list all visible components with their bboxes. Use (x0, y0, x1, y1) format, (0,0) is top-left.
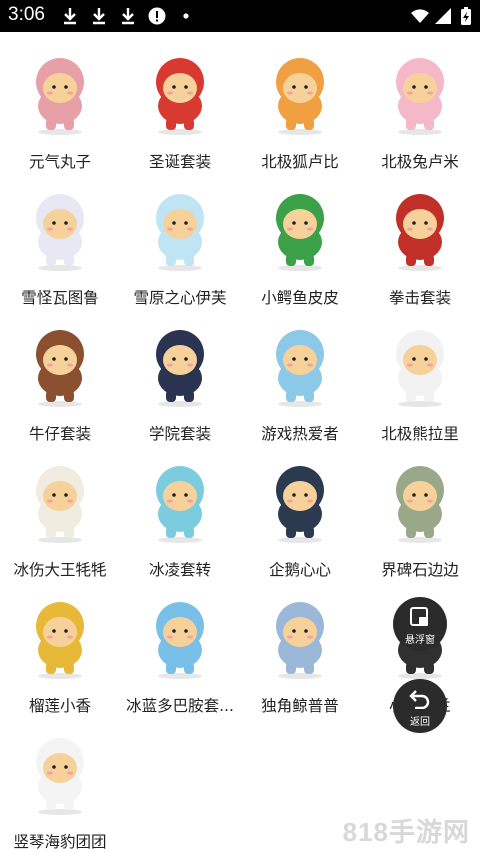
skin-avatar (156, 466, 204, 543)
skin-avatar (156, 330, 204, 407)
skin-item[interactable]: 拳击套装 (360, 168, 480, 307)
alert-icon (148, 7, 166, 25)
skin-avatar (276, 466, 324, 543)
skin-avatar (396, 58, 444, 135)
download-icon (122, 8, 134, 25)
skin-item[interactable]: 冰蓝多巴胺套... (120, 576, 240, 715)
float-window-icon (410, 607, 428, 626)
skin-name: 冰蓝多巴胺套... (126, 697, 234, 715)
skin-item[interactable]: 圣诞套装 (120, 32, 240, 171)
skin-item[interactable]: 游戏热爱者 (240, 304, 360, 443)
skin-avatar (36, 466, 84, 543)
download-icon (64, 8, 76, 25)
skin-item[interactable]: 雪怪瓦图鲁 (0, 168, 120, 307)
skin-avatar (276, 330, 324, 407)
skin-name: 独角鲸普普 (261, 697, 339, 715)
skin-avatar (156, 194, 204, 271)
skin-item[interactable]: 雪原之心伊芙 (120, 168, 240, 307)
skin-item[interactable]: 牛仔套装 (0, 304, 120, 443)
status-time: 3:06 (8, 4, 45, 25)
battery-icon (461, 7, 471, 25)
skin-item[interactable]: 榴莲小香 (0, 576, 120, 715)
wifi-icon (411, 9, 429, 23)
skin-avatar (36, 738, 84, 815)
status-bar: 3:06 (0, 0, 480, 32)
skin-avatar (396, 330, 444, 407)
skin-avatar (36, 330, 84, 407)
download-icon (93, 8, 105, 25)
skin-item[interactable]: 学院套装 (120, 304, 240, 443)
skin-name: 竖琴海豹团团 (13, 833, 107, 851)
skin-item[interactable]: 北极狐卢比 (240, 32, 360, 171)
skin-avatar (276, 58, 324, 135)
float-window-label: 悬浮窗 (405, 635, 435, 646)
skin-item[interactable]: 企鹅心心 (240, 440, 360, 579)
watermark: 818手游网 (342, 817, 470, 847)
dot-icon (183, 13, 189, 19)
skin-item[interactable]: 小鳄鱼皮皮 (240, 168, 360, 307)
back-label: 返回 (410, 717, 430, 728)
skin-avatar (36, 58, 84, 135)
skin-item[interactable]: 竖琴海豹团团 (0, 712, 120, 851)
float-window-button[interactable]: 悬浮窗 (393, 597, 447, 651)
skin-avatar (276, 194, 324, 271)
skin-avatar (156, 58, 204, 135)
signal-icon (435, 8, 451, 24)
skin-avatar (276, 602, 324, 679)
skin-item[interactable]: 北极兔卢米 (360, 32, 480, 171)
skin-item[interactable]: 北极熊拉里 (360, 304, 480, 443)
skin-item[interactable]: 元气丸子 (0, 32, 120, 171)
skin-avatar (36, 602, 84, 679)
skin-avatar (36, 194, 84, 271)
skin-avatar (396, 466, 444, 543)
skin-item[interactable]: 冰凌套转 (120, 440, 240, 579)
back-icon (409, 690, 430, 709)
skin-item[interactable]: 独角鲸普普 (240, 576, 360, 715)
skin-item[interactable]: 冰伤大王牦牦 (0, 440, 120, 579)
skin-avatar (156, 602, 204, 679)
skin-item[interactable]: 界碑石边边 (360, 440, 480, 579)
back-button[interactable]: 返回 (393, 679, 447, 733)
skin-avatar (396, 194, 444, 271)
